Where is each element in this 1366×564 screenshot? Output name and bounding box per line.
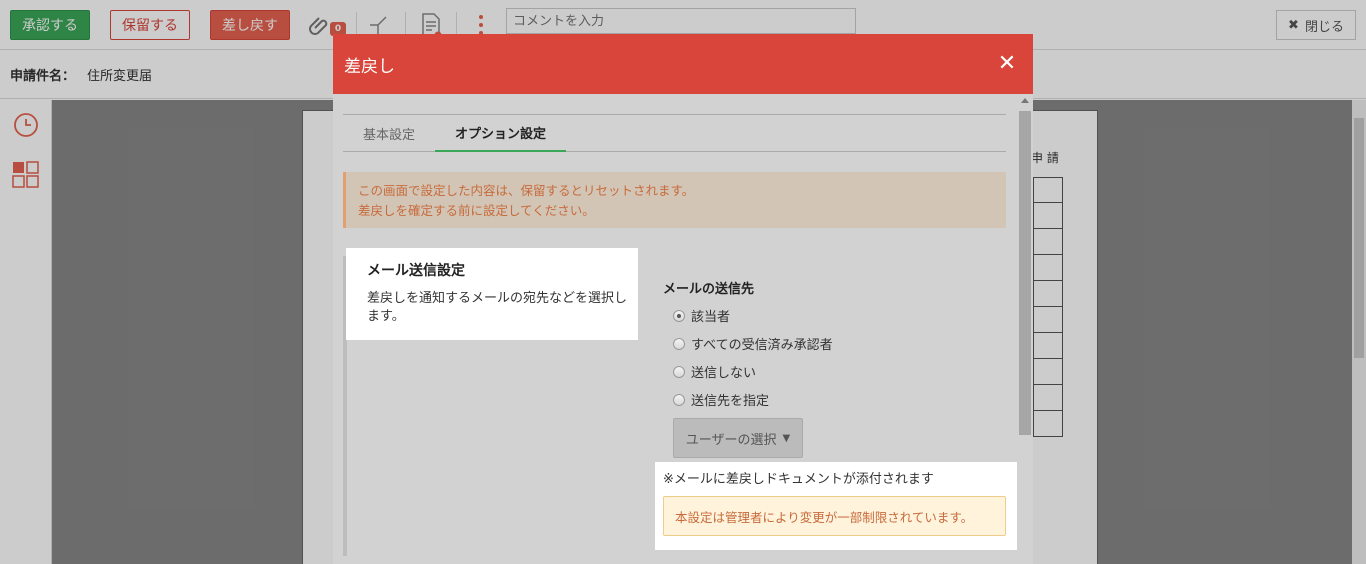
attach-note: ※メールに差戻しドキュメントが添付されます bbox=[663, 472, 934, 487]
dropdown-arrow-icon: ▼ bbox=[782, 432, 791, 444]
mail-settings-title: メール送信設定 bbox=[367, 263, 465, 279]
return-dialog: 差戻し ✕ 基本設定 オプション設定 この画面で設定した内容は、保留するとリセッ… bbox=[333, 34, 1033, 564]
dialog-title: 差戻し bbox=[344, 56, 395, 77]
radio-button[interactable] bbox=[673, 365, 685, 378]
info-line-1: この画面で設定した内容は、保留するとリセットされます。 bbox=[358, 183, 695, 198]
dialog-body: 基本設定 オプション設定 この画面で設定した内容は、保留するとリセットされます。… bbox=[333, 94, 1017, 564]
mail-settings-description: 差戻しを通知するメールの宛先などを選択します。 bbox=[367, 291, 628, 324]
tab-option-settings[interactable]: オプション設定 bbox=[435, 115, 566, 152]
radio-label: すべての受信済み承認者 bbox=[691, 338, 833, 353]
radio-option-all-approvers[interactable]: すべての受信済み承認者 bbox=[673, 334, 833, 353]
radio-button[interactable] bbox=[673, 309, 685, 322]
scroll-up-arrow-icon[interactable] bbox=[1021, 98, 1029, 103]
radio-button[interactable] bbox=[673, 393, 685, 406]
user-select-label: ユーザーの選択 bbox=[685, 432, 777, 448]
radio-button[interactable] bbox=[673, 337, 685, 350]
radio-label: 該当者 bbox=[691, 310, 731, 325]
radio-option-applicant[interactable]: 該当者 bbox=[673, 306, 730, 325]
dialog-tabs: 基本設定 オプション設定 bbox=[343, 114, 1006, 152]
user-select-dropdown[interactable]: ユーザーの選択 ▼ bbox=[673, 418, 803, 458]
restriction-warning: 本設定は管理者により変更が一部制限されています。 bbox=[663, 496, 1006, 536]
dialog-scrollbar[interactable] bbox=[1017, 94, 1033, 564]
radio-label: 送信しない bbox=[691, 366, 757, 381]
dialog-header: 差戻し ✕ bbox=[333, 34, 1033, 94]
radio-label: 送信先を指定 bbox=[691, 394, 770, 409]
radio-option-specify[interactable]: 送信先を指定 bbox=[673, 390, 769, 409]
mail-settings-section: メール送信設定 差戻しを通知するメールの宛先などを選択します。 bbox=[346, 248, 638, 340]
tab-basic-settings[interactable]: 基本設定 bbox=[343, 115, 435, 152]
info-message: この画面で設定した内容は、保留するとリセットされます。 差戻しを確定する前に設定… bbox=[343, 172, 1006, 228]
scrollbar-thumb[interactable] bbox=[1019, 111, 1031, 435]
destination-title: メールの送信先 bbox=[663, 282, 755, 297]
info-line-2: 差戻しを確定する前に設定してください。 bbox=[358, 203, 595, 218]
radio-option-no-send[interactable]: 送信しない bbox=[673, 362, 756, 381]
close-icon[interactable]: ✕ bbox=[997, 53, 1017, 75]
